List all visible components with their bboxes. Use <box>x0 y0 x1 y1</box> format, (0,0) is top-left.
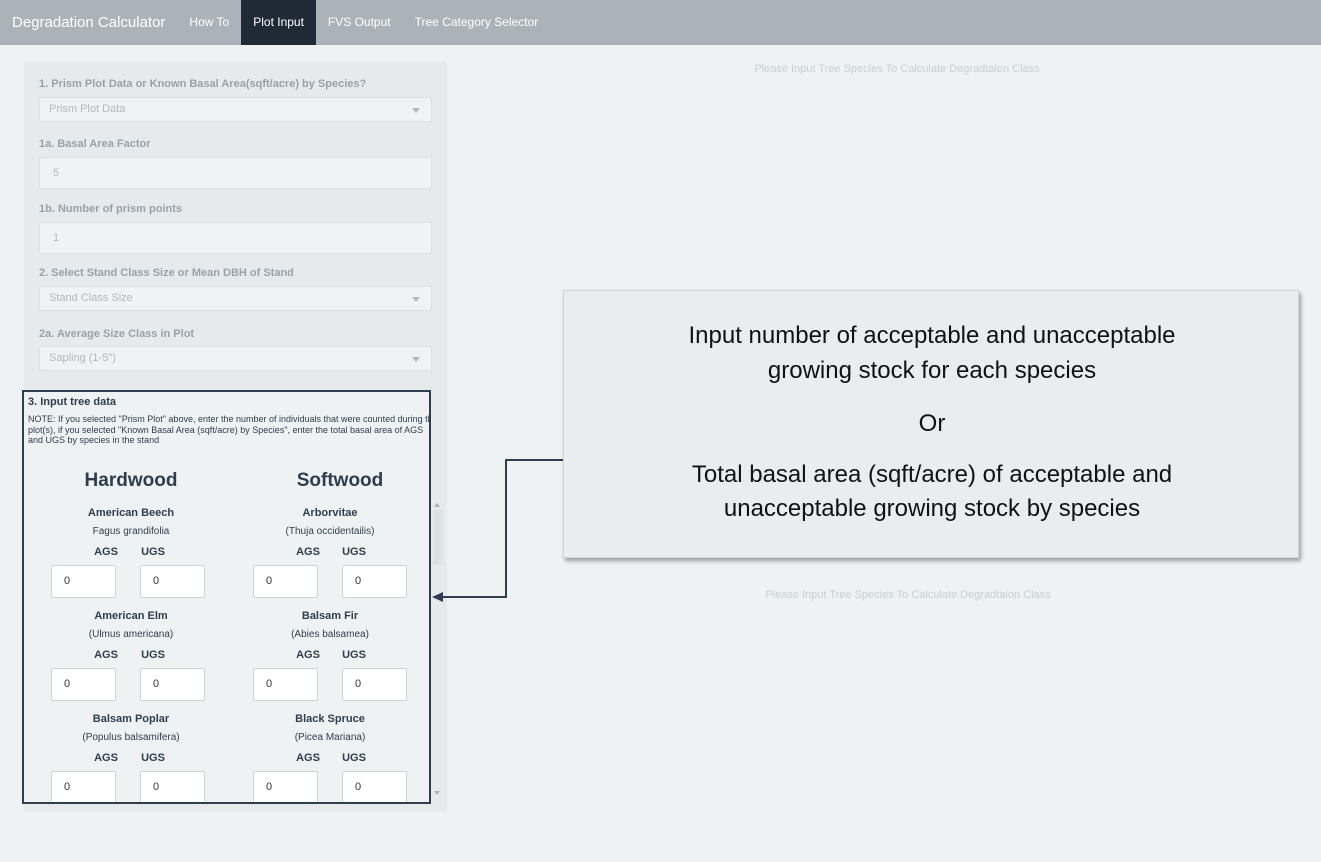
callout-line-3: Total basal area (sqft/acre) of acceptab… <box>691 461 1173 488</box>
callout-line-4: unacceptable growing stock by species <box>723 495 1141 522</box>
instruction-callout: Input number of acceptable and unaccepta… <box>563 290 1299 558</box>
callout-line-or: Or <box>918 410 946 437</box>
callout-line-2: growing stock for each species <box>767 357 1097 384</box>
callout-line-1: Input number of acceptable and unaccepta… <box>688 322 1176 349</box>
